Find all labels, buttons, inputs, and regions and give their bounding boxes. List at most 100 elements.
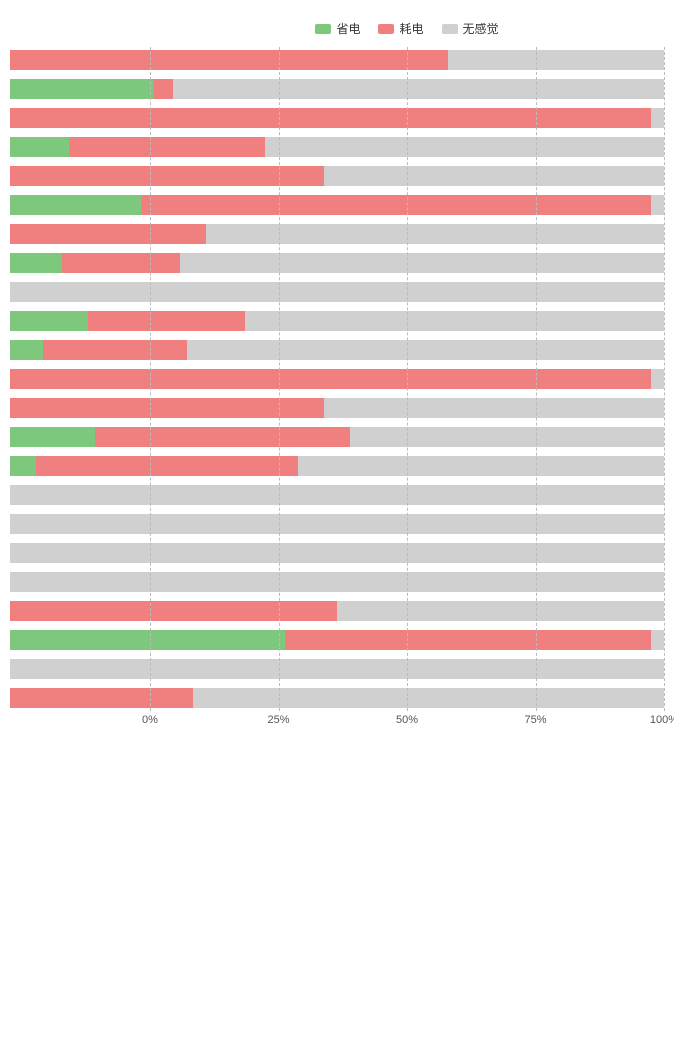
bar-track	[10, 514, 664, 534]
segment-green	[10, 340, 43, 360]
bar-label: iPhone 14	[0, 372, 10, 386]
bar-row: iPhone 13 Pro Max	[10, 337, 664, 363]
legend-item: 耗电	[378, 20, 423, 37]
segment-pink	[10, 369, 651, 389]
legend-label: 耗电	[399, 20, 423, 37]
segment-pink	[10, 108, 651, 128]
segment-pink	[10, 166, 324, 186]
bar-label: iPhone 13 mini	[0, 285, 10, 299]
bar-label: iPhone 12 mini	[0, 169, 10, 183]
bar-track	[10, 398, 664, 418]
bar-label: iPhone 13 Pro Max	[0, 336, 10, 364]
legend-swatch	[315, 24, 331, 34]
segment-pink	[69, 137, 265, 157]
bar-track	[10, 601, 664, 621]
segment-pink	[62, 253, 180, 273]
bar-row: iPhone X	[10, 598, 664, 624]
bar-track	[10, 340, 664, 360]
x-tick: 25%	[267, 714, 289, 726]
bar-row: iPhone 12	[10, 134, 664, 160]
bar-label: iPhone SE 第2代	[0, 546, 10, 560]
bar-label: iPhone 11 Pro Max	[0, 104, 10, 132]
bar-label: iPhone XS	[0, 662, 10, 676]
bar-label: iPhone 14 Pro	[0, 430, 10, 444]
legend-label: 无感觉	[463, 20, 499, 37]
bar-label: iPhone 11 Pro	[0, 82, 10, 96]
segment-pink	[95, 427, 350, 447]
bar-track	[10, 253, 664, 273]
bar-track	[10, 543, 664, 563]
bar-track	[10, 456, 664, 476]
bar-row: iPhone 11 Pro Max	[10, 105, 664, 131]
bar-track	[10, 369, 664, 389]
bar-track	[10, 108, 664, 128]
bar-track	[10, 224, 664, 244]
x-tick: 100%	[650, 714, 674, 726]
segment-pink	[10, 398, 324, 418]
bar-row: iPhone 8 Plus	[10, 511, 664, 537]
bar-row: iPhone 14 Pro	[10, 424, 664, 450]
bar-row: iPhone 12 Pro	[10, 192, 664, 218]
x-tick: 50%	[396, 714, 418, 726]
segment-green	[10, 79, 154, 99]
segment-pink	[10, 50, 448, 70]
bar-track	[10, 630, 664, 650]
grid-line	[664, 47, 665, 711]
bar-row: iPhone XS Max	[10, 685, 664, 711]
bar-label: iPhone 14 Plus	[0, 401, 10, 415]
legend-swatch	[442, 24, 458, 34]
segment-green	[10, 253, 62, 273]
segment-green	[10, 195, 141, 215]
bar-row: iPhone 11	[10, 47, 664, 73]
segment-pink	[36, 456, 298, 476]
bar-track	[10, 79, 664, 99]
bar-label: iPhone 14 Pro Max	[0, 452, 10, 480]
segment-pink	[43, 340, 187, 360]
bar-label: iPhone 11	[0, 53, 10, 67]
bar-label: iPhone 13	[0, 256, 10, 270]
legend: 省电 耗电 无感觉	[150, 20, 664, 37]
segment-green	[10, 456, 36, 476]
bar-row: iPhone 13 mini	[10, 279, 664, 305]
segment-pink	[10, 601, 337, 621]
x-tick: 75%	[524, 714, 546, 726]
bar-track	[10, 50, 664, 70]
bar-row: iPhone 8	[10, 482, 664, 508]
bar-label: iPhone 12	[0, 140, 10, 154]
bar-track	[10, 688, 664, 708]
bar-label: iPhone X	[0, 604, 10, 618]
bar-label: iPhone XS Max	[0, 691, 10, 705]
bar-track	[10, 311, 664, 331]
bar-label: iPhone XR	[0, 633, 10, 647]
bar-row: iPhone XS	[10, 656, 664, 682]
x-tick: 0%	[142, 714, 158, 726]
bar-row: iPhone 13	[10, 250, 664, 276]
bar-track	[10, 137, 664, 157]
legend-item: 省电	[315, 20, 360, 37]
bar-track	[10, 485, 664, 505]
legend-swatch	[378, 24, 394, 34]
bar-row: iPhone XR	[10, 627, 664, 653]
segment-pink	[154, 79, 174, 99]
segment-green	[10, 427, 95, 447]
bar-label: iPhone 8	[0, 488, 10, 502]
bar-row: iPhone 14 Plus	[10, 395, 664, 421]
segment-pink	[88, 311, 245, 331]
segment-pink	[10, 224, 206, 244]
segment-pink	[10, 688, 193, 708]
segment-green	[10, 137, 69, 157]
bar-label: iPhone SE 第3代	[0, 575, 10, 589]
bar-track	[10, 195, 664, 215]
bar-label: iPhone 12 Pro Max	[0, 220, 10, 248]
segment-pink	[285, 630, 651, 650]
bar-track	[10, 166, 664, 186]
legend-item: 无感觉	[442, 20, 499, 37]
bar-row: iPhone 11 Pro	[10, 76, 664, 102]
bar-label: iPhone 8 Plus	[0, 517, 10, 531]
segment-green	[10, 630, 285, 650]
bar-track	[10, 659, 664, 679]
segment-green	[10, 311, 88, 331]
bar-label: iPhone 12 Pro	[0, 198, 10, 212]
bar-row: iPhone SE 第2代	[10, 540, 664, 566]
bar-row: iPhone 14	[10, 366, 664, 392]
